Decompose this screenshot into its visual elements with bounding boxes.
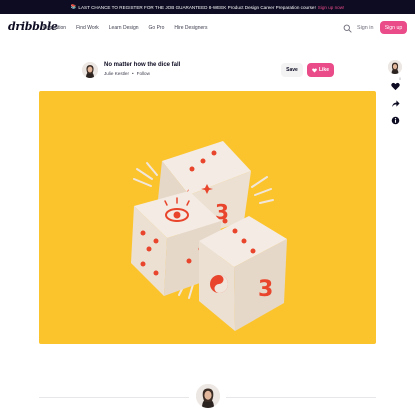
nav-link-inspiration[interactable]: Inspiration [43, 25, 66, 31]
divider-left [39, 397, 189, 398]
heart-icon [312, 68, 317, 72]
shot-artwork[interactable]: 3 3 [39, 91, 376, 344]
main-nav: dribbble Inspiration Find Work Learn Des… [0, 14, 415, 42]
rail-author-avatar[interactable] [388, 60, 402, 74]
dice-illustration: 3 3 [131, 141, 287, 331]
share-icon[interactable] [391, 99, 400, 108]
designer-avatar[interactable] [196, 384, 220, 408]
meta-separator: • [132, 71, 134, 76]
svg-text:3: 3 [258, 277, 273, 302]
shot-meta: Julie Kestler • Follow [104, 71, 150, 76]
author-avatar[interactable] [82, 62, 98, 78]
nav-links: Inspiration Find Work Learn Design Go Pr… [43, 25, 207, 31]
shot-title: No matter how the dice fall [104, 62, 181, 68]
like-button[interactable]: Like [307, 63, 334, 77]
heart-icon[interactable] [391, 82, 400, 91]
sign-up-button[interactable]: Sign up [380, 21, 407, 34]
banner-signup-link[interactable]: Sign up now! [318, 5, 345, 10]
divider-right [226, 397, 376, 398]
search-icon[interactable] [343, 24, 352, 33]
nav-link-hire-designers[interactable]: Hire Designers [174, 25, 207, 31]
books-emoji: 📚 [70, 4, 77, 9]
shot-header: No matter how the dice fall Julie Kestle… [82, 62, 334, 80]
designer-portrait-icon [196, 384, 220, 408]
nav-link-find-work[interactable]: Find Work [76, 25, 99, 31]
author-name[interactable]: Julie Kestler [104, 71, 129, 76]
promo-banner[interactable]: 📚 LAST CHANCE TO REGISTER FOR THE JOB GU… [0, 0, 415, 14]
nav-link-learn-design[interactable]: Learn Design [109, 25, 139, 31]
author-portrait-icon [82, 62, 98, 78]
save-button[interactable]: Save [281, 63, 303, 77]
follow-link[interactable]: Follow [137, 71, 150, 76]
like-label: Like [318, 67, 329, 73]
nav-link-go-pro[interactable]: Go Pro [149, 25, 165, 31]
rail-portrait-icon [388, 60, 402, 74]
sign-in-link[interactable]: Sign in [357, 25, 373, 31]
info-icon[interactable] [391, 116, 400, 125]
like-count: 0 [399, 77, 401, 81]
banner-text: LAST CHANCE TO REGISTER FOR THE JOB GUAR… [78, 4, 316, 10]
